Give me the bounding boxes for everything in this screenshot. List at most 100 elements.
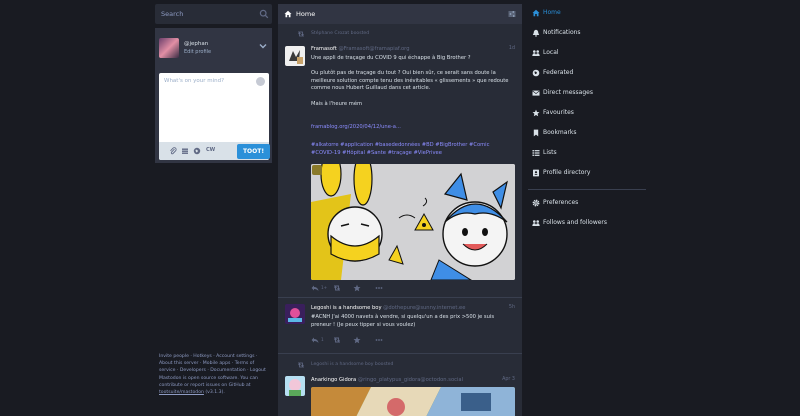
navigation-panel: Home Notifications Local Federated Direc… [528,4,646,254]
media-attachment[interactable] [311,164,515,280]
poll-icon[interactable] [181,147,189,155]
nav-item-direct-messages[interactable]: Direct messages [528,84,646,102]
ellipsis-icon[interactable] [375,284,383,292]
nav-label: Favourites [543,109,574,116]
address-book-icon [533,169,539,177]
display-name: Framasoft [311,46,337,52]
status-hashtags[interactable]: #alkatorre #application #basededonnées #… [311,142,507,157]
globe-icon[interactable] [193,147,201,155]
nav-item-favourites[interactable]: Favourites [528,104,646,122]
bell-icon [532,29,540,37]
nav-item-notifications[interactable]: Notifications [528,24,646,42]
profile-username[interactable]: @jephan [184,41,208,47]
footer-links: Invite people · Hotkeys · Account settin… [159,354,267,397]
github-link[interactable]: tootsuite/mastodon [159,390,204,395]
comic-image [311,164,515,280]
toot-button[interactable]: TOOT! [237,144,270,159]
content-warning-button[interactable]: CW [206,147,215,153]
status-action-bar: 1 [311,336,411,344]
status-display-name[interactable]: Legoshi is a handsome boy @dothepure@sun… [311,305,465,311]
nav-label: Profile directory [543,169,591,176]
boost-icon[interactable] [333,284,341,292]
emoji-picker-icon[interactable] [256,77,265,86]
nav-item-follows-and-followers[interactable]: Follows and followers [528,214,646,232]
search-input[interactable] [155,4,272,24]
nav-label: Federated [543,69,574,76]
edit-profile-link[interactable]: Edit profile [184,49,211,55]
reply-icon[interactable] [311,336,319,344]
boost-line: Legoshi is a handsome boy boosted [298,362,393,368]
list-icon [532,150,540,156]
avatar[interactable] [285,304,305,324]
display-name: Anarkingo Gidora [311,377,357,383]
nav-item-home[interactable]: Home [528,4,646,22]
paperclip-icon[interactable] [169,147,177,155]
footer-source-text: Mastodon is open source software. You ca… [159,376,258,389]
star-icon [532,109,540,117]
footer-nav-links[interactable]: Invite people · Hotkeys · Account settin… [159,354,267,374]
media-attachment[interactable] [311,387,515,416]
nav-item-local[interactable]: Local [528,44,646,62]
ellipsis-icon[interactable] [375,336,383,344]
nav-label: Local [543,49,559,56]
boost-icon[interactable] [333,336,341,344]
users-icon [532,220,540,226]
nav-label: Lists [543,149,557,156]
nav-item-profile-directory[interactable]: Profile directory [528,164,646,182]
account-handle: @Framasoft@framapiaf.org [338,46,410,52]
nav-item-preferences[interactable]: Preferences [528,194,646,212]
status-display-name[interactable]: Anarkingo Gidora @ringo_platypus_gidora@… [311,377,463,383]
nav-item-bookmarks[interactable]: Bookmarks [528,124,646,142]
column-title: Home [296,10,316,18]
search-icon[interactable] [259,9,269,19]
envelope-icon [532,90,540,96]
sliders-icon[interactable] [508,10,516,18]
avatar[interactable] [159,38,179,58]
star-icon[interactable] [353,284,361,292]
reply-icon[interactable] [311,284,319,292]
retweet-icon [298,362,304,368]
avatar[interactable] [285,46,305,66]
home-timeline: Home Stéphane Crozat boosted Framasoft @… [278,4,522,416]
nav-label: Direct messages [543,89,593,96]
users-icon [532,50,540,56]
nav-label: Notifications [543,29,581,36]
avatar[interactable] [285,376,305,396]
status-content: Une appli de traçage du COVID 9 qui écha… [311,55,509,107]
display-name: Legoshi is a handsome boy [311,305,382,311]
boosted-by-text[interactable]: Legoshi is a handsome boy boosted [311,362,393,367]
compose-column: @jephan Edit profile What's on your mind… [155,4,272,416]
status-link[interactable]: framablog.org/2020/04/12/une-a... [311,124,511,132]
footer-version: (v3.1.3). [205,389,225,395]
bookmark-icon [533,129,539,137]
media-image [311,387,515,416]
account-handle: @dothepure@sunny.internet.ee [383,305,466,311]
chevron-down-icon[interactable] [259,42,267,50]
column-header[interactable]: Home [278,4,522,24]
retweet-icon [298,31,304,37]
gear-icon [532,199,540,207]
status-content: #ACNH J'ai 4000 navets à vendre, si quel… [311,314,495,328]
home-icon [532,9,540,17]
boost-line: Stéphane Crozat boosted [298,31,369,37]
nav-item-federated[interactable]: Federated [528,64,646,82]
nav-label: Bookmarks [543,129,577,136]
star-icon[interactable] [353,336,361,344]
boosted-by-text[interactable]: Stéphane Crozat boosted [311,31,369,36]
status-item[interactable]: Stéphane Crozat boosted Framasoft @Frama… [278,24,522,298]
nav-label: Follows and followers [543,219,608,226]
globe-icon [532,69,540,77]
status-item[interactable]: Legoshi is a handsome boy @dothepure@sun… [278,298,522,354]
status-time[interactable]: Apr 3 [502,377,515,382]
nav-item-lists[interactable]: Lists [528,144,646,162]
search-box [155,4,272,24]
nav-divider [528,189,646,190]
status-time[interactable]: 5h [509,305,515,310]
status-display-name[interactable]: Framasoft @Framasoft@framapiaf.org [311,46,410,52]
status-time[interactable]: 1d [509,46,515,51]
compose-form: @jephan Edit profile What's on your mind… [155,28,272,163]
status-item[interactable]: Legoshi is a handsome boy boosted Anarki… [278,354,522,416]
reply-count: 1+ [321,285,328,290]
account-handle: @ringo_platypus_gidora@octodon.social [357,377,464,383]
navigation-bar: @jephan Edit profile [159,38,269,60]
